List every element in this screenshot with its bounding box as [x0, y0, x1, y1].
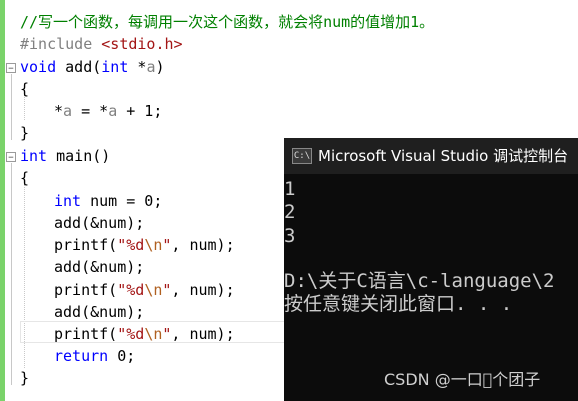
preprocessor-directive: #include — [20, 35, 93, 53]
fold-guide-main — [11, 163, 12, 385]
fold-toggle-main[interactable]: − — [6, 152, 16, 163]
escape-sequence: \n — [144, 281, 163, 299]
code-token: add( — [56, 58, 102, 76]
code-line-declare-num: int num = 0; — [54, 190, 162, 212]
code-token: * — [128, 58, 147, 76]
keyword-int: int — [20, 147, 48, 165]
code-line-add-call: add(&num); — [54, 214, 145, 232]
parameter-a: a — [108, 102, 118, 120]
change-margin — [0, 0, 5, 401]
escape-sequence: \n — [144, 236, 163, 254]
code-line-comment: //写一个函数，每调用一次这个函数，就会将num的值增加1。 — [20, 13, 435, 31]
code-line-brace: { — [20, 169, 30, 187]
code-line-brace: { — [20, 80, 30, 98]
debug-console-window[interactable]: C:\ Microsoft Visual Studio 调试控制台 1 2 3 … — [284, 138, 578, 401]
parameter-a: a — [63, 102, 73, 120]
console-path-line: D:\关于C语言\c-language\2 — [284, 270, 555, 292]
console-title: Microsoft Visual Studio 调试控制台 — [318, 147, 569, 165]
watermark: CSDN @一口 个团子 — [384, 370, 541, 389]
code-token: printf( — [54, 325, 118, 343]
code-token: ) — [155, 58, 165, 76]
code-line-include: #include <stdio.h> — [20, 33, 183, 55]
code-line-main-signature: int main() — [20, 145, 110, 167]
include-header: <stdio.h> — [101, 35, 183, 53]
fold-toggle-add[interactable]: − — [6, 63, 16, 74]
code-token: = * — [72, 102, 109, 120]
code-token: num = 0; — [81, 192, 163, 210]
string-literal: "%d — [117, 236, 145, 254]
code-token: printf( — [54, 281, 118, 299]
code-token: * — [54, 102, 64, 120]
code-line-add-signature: void add(int *a) — [20, 56, 165, 78]
code-token: , num); — [171, 325, 235, 343]
vs-console-icon: C:\ — [292, 148, 312, 164]
console-output-line: 1 — [284, 178, 296, 200]
string-literal: "%d — [117, 325, 145, 343]
console-output-line: 2 — [284, 201, 296, 223]
console-title-bar[interactable]: C:\ Microsoft Visual Studio 调试控制台 — [284, 138, 578, 174]
keyword-int: int — [54, 192, 82, 210]
code-token: printf( — [54, 236, 118, 254]
code-line-printf: printf("%d\n", num); — [54, 323, 235, 345]
code-line-increment: *a = *a + 1; — [54, 100, 162, 122]
console-output-line: 3 — [284, 225, 296, 247]
code-token: , num); — [171, 281, 235, 299]
code-line-brace: } — [20, 124, 30, 142]
code-token: main() — [47, 147, 111, 165]
code-line-add-call: add(&num); — [54, 258, 145, 276]
code-line-printf: printf("%d\n", num); — [54, 234, 235, 256]
keyword-return: return — [54, 347, 109, 365]
keyword-int: int — [101, 58, 129, 76]
code-line-brace: } — [20, 369, 30, 387]
keyword-void: void — [20, 58, 57, 76]
code-line-printf: printf("%d\n", num); — [54, 279, 235, 301]
code-line-add-call: add(&num); — [54, 303, 145, 321]
escape-sequence: \n — [144, 325, 163, 343]
string-literal: "%d — [117, 281, 145, 299]
code-token: 0; — [108, 347, 136, 365]
console-prompt-line: 按任意键关闭此窗口. . . — [284, 293, 513, 315]
code-line-return: return 0; — [54, 345, 135, 367]
code-token: , num); — [171, 236, 235, 254]
code-token: + 1; — [117, 102, 163, 120]
fold-guide-add — [11, 74, 12, 140]
